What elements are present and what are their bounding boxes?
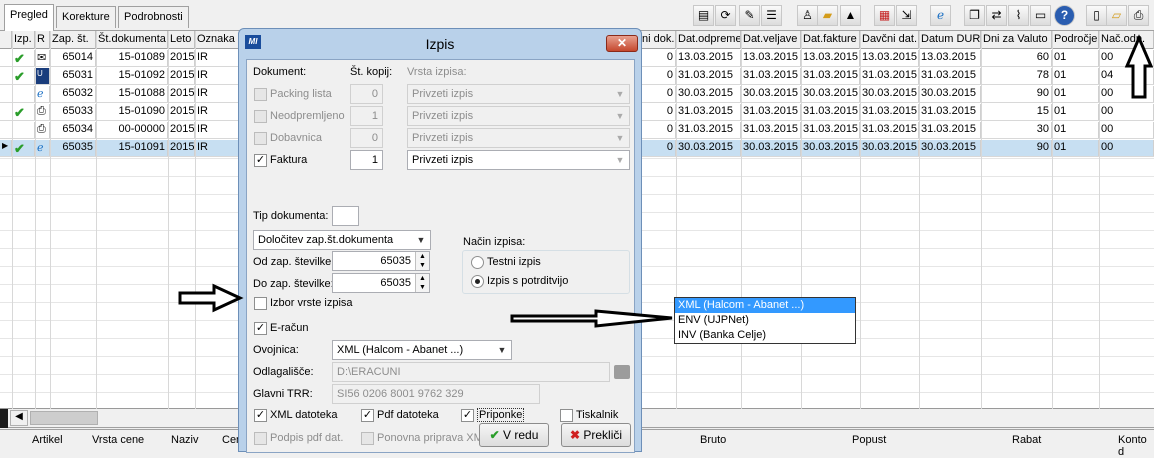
annotation-arrows [178, 34, 1154, 328]
arrow-up-icon [1124, 34, 1154, 99]
arrow-long-right-icon [510, 309, 673, 328]
arrow-right-icon [178, 283, 244, 313]
